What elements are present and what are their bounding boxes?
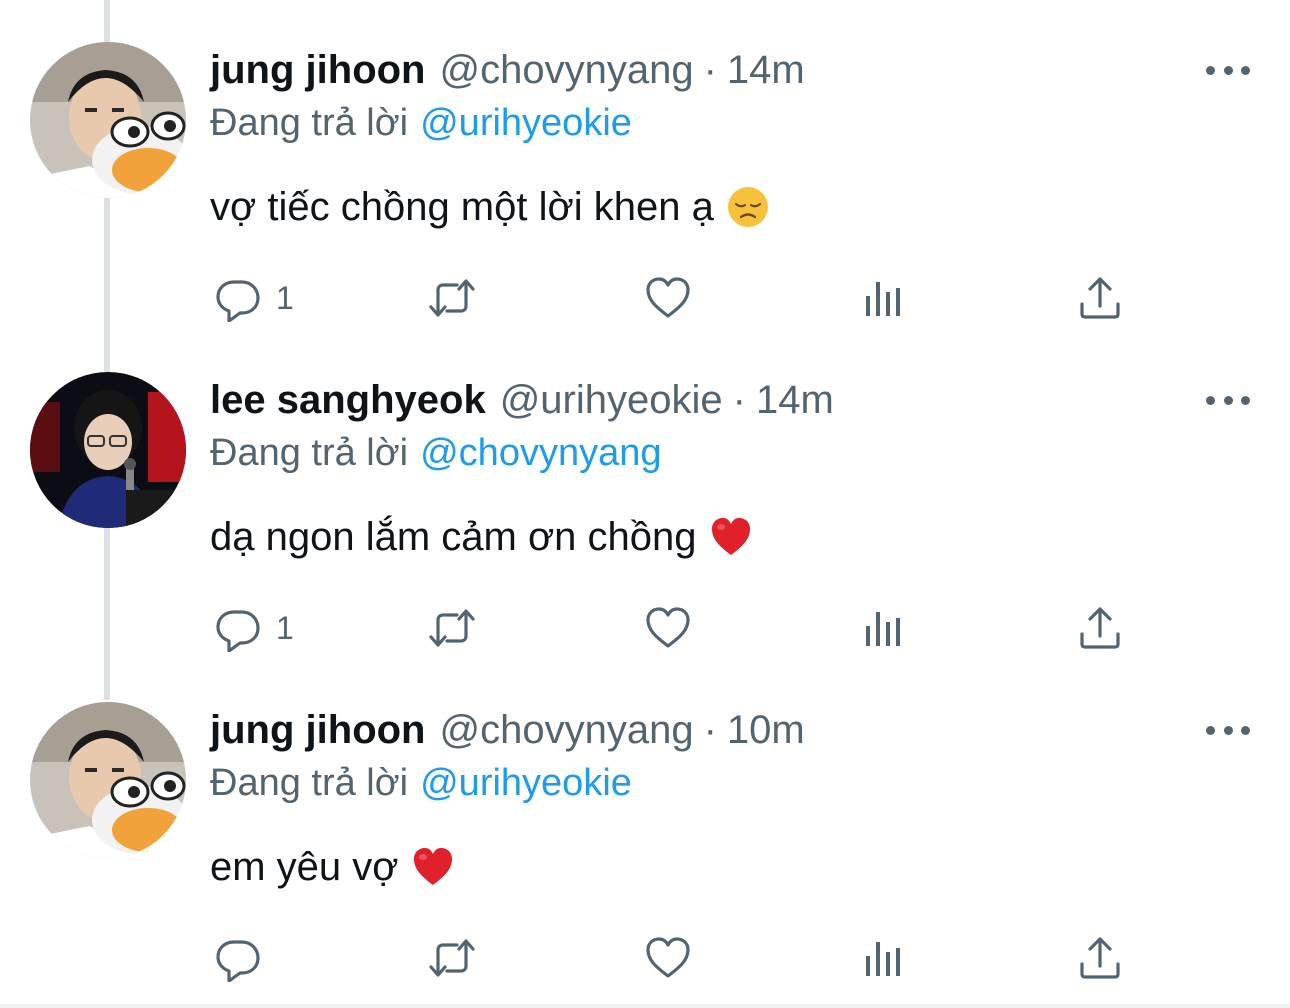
reply-count: 1 [276,609,294,646]
retweet-button[interactable] [428,604,476,652]
replying-to-label: Đang trả lời [210,432,409,474]
replying-to-handle[interactable]: @chovynyang [420,432,661,474]
share-button[interactable] [1076,274,1124,322]
avatar-image [30,372,186,528]
share-button[interactable] [1076,934,1124,982]
disappointed-face-emoji [726,185,770,229]
tweet-actions: 1 [0,274,1290,322]
views-button[interactable] [860,604,908,652]
share-icon [1076,604,1124,652]
like-button[interactable] [644,604,692,652]
avatar-image [30,42,186,198]
tweet-actions [0,934,1290,982]
tweet-text-content: em yêu vợ [210,845,399,889]
tweet-text: em yêu vợ [210,840,455,894]
like-button[interactable] [644,274,692,322]
retweet-button[interactable] [428,934,476,982]
replying-to: Đang trả lời @chovynyang [210,428,662,478]
tweet-text-content: vợ tiếc chồng một lời khen ạ [210,185,714,229]
reply-icon [214,934,262,982]
more-dots-icon[interactable] [1206,56,1250,84]
timestamp[interactable]: 14m [727,44,805,96]
display-name[interactable]: jung jihoon [210,704,426,756]
reply-button[interactable]: 1 [214,604,294,652]
retweet-icon [428,604,476,652]
reply-icon [214,274,262,322]
replying-to-handle[interactable]: @urihyeokie [420,102,632,144]
tweet-text-content: dạ ngon lắm cảm ơn chồng [210,515,697,559]
tweet-header: lee sanghyeok @urihyeokie · 14m [210,374,834,426]
avatar[interactable] [30,702,186,858]
user-handle[interactable]: @chovynyang [440,704,694,756]
avatar[interactable] [30,42,186,198]
tweet-header: jung jihoon @chovynyang · 10m [210,704,805,756]
retweet-button[interactable] [428,274,476,322]
user-handle[interactable]: @urihyeokie [500,374,723,426]
reply-button[interactable]: 1 [214,274,294,322]
timestamp[interactable]: 14m [756,374,834,426]
display-name[interactable]: lee sanghyeok [210,374,486,426]
tweet-header: jung jihoon @chovynyang · 14m [210,44,805,96]
tweet[interactable]: jung jihoon @chovynyang · 10m Đang trả l… [0,660,1290,990]
display-name[interactable]: jung jihoon [210,44,426,96]
avatar-image [30,702,186,858]
bar-chart-icon [860,274,908,322]
bar-chart-icon [860,604,908,652]
avatar[interactable] [30,372,186,528]
timestamp[interactable]: 10m [727,704,805,756]
retweet-icon [428,934,476,982]
views-button[interactable] [860,934,908,982]
views-button[interactable] [860,274,908,322]
heart-icon [644,934,692,982]
separator-dot: · [703,708,717,752]
user-handle[interactable]: @chovynyang [440,44,694,96]
share-button[interactable] [1076,604,1124,652]
more-dots-icon[interactable] [1206,716,1250,744]
reply-count: 1 [276,279,294,316]
reply-button[interactable] [214,934,276,982]
red-heart-emoji [411,845,455,889]
heart-icon [644,604,692,652]
heart-icon [644,274,692,322]
replying-to-handle[interactable]: @urihyeokie [420,762,632,804]
more-dots-icon[interactable] [1206,386,1250,414]
red-heart-emoji [709,515,753,559]
replying-to-label: Đang trả lời [210,762,409,804]
tweet-text: dạ ngon lắm cảm ơn chồng [210,510,753,564]
share-icon [1076,274,1124,322]
replying-to: Đang trả lời @urihyeokie [210,758,632,808]
retweet-icon [428,274,476,322]
replying-to: Đang trả lời @urihyeokie [210,98,632,148]
bar-chart-icon [860,934,908,982]
separator-dot: · [732,378,746,422]
tweet[interactable]: lee sanghyeok @urihyeokie · 14m Đang trả… [0,330,1290,660]
share-icon [1076,934,1124,982]
tweet-text: vợ tiếc chồng một lời khen ạ [210,180,770,234]
reply-icon [214,604,262,652]
divider [0,1004,1290,1008]
replying-to-label: Đang trả lời [210,102,409,144]
tweet-actions: 1 [0,604,1290,652]
like-button[interactable] [644,934,692,982]
separator-dot: · [703,48,717,92]
tweet[interactable]: jung jihoon @chovynyang · 14m Đang trả l… [0,0,1290,330]
